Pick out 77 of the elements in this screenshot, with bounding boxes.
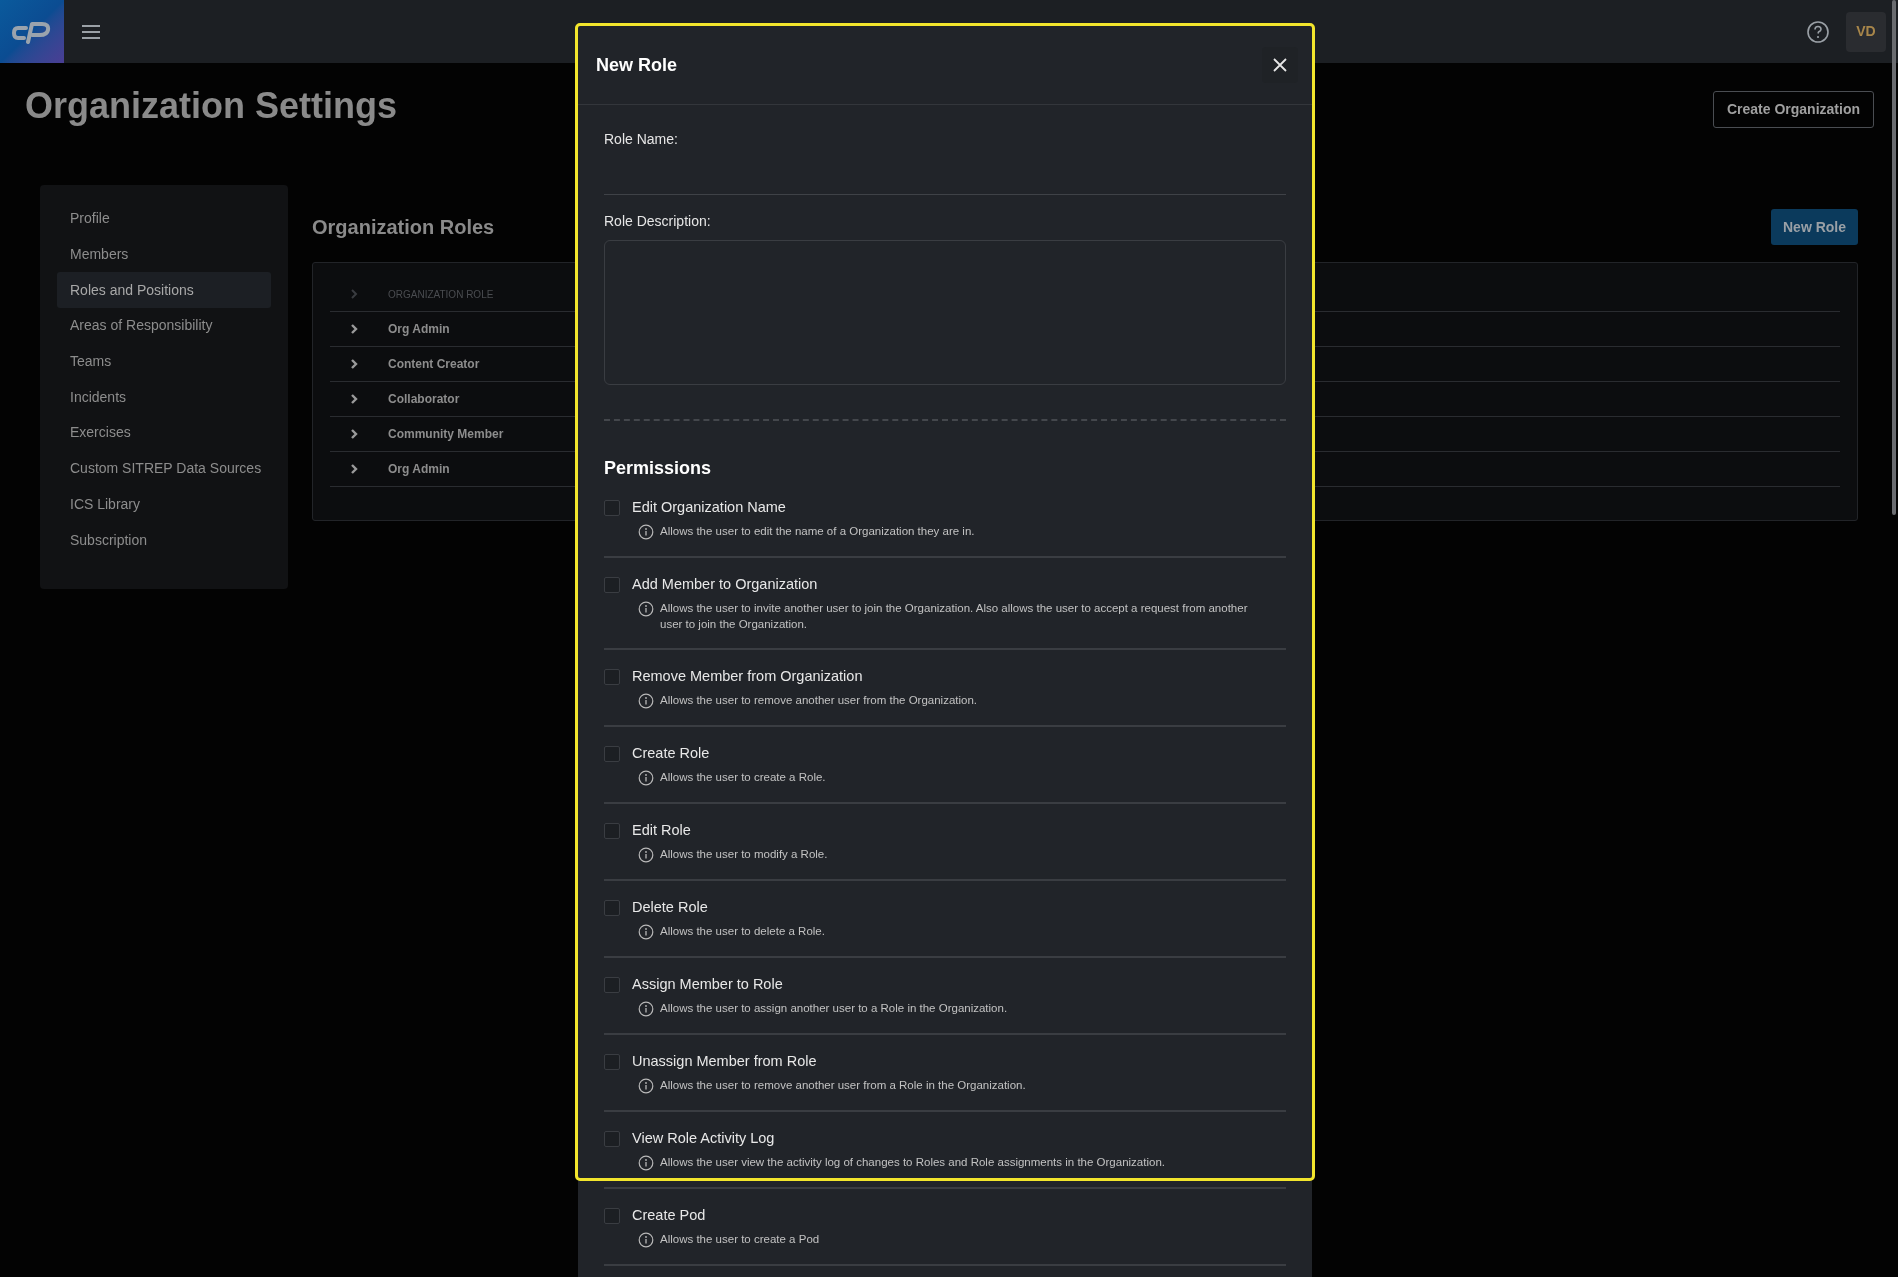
permission-description: Allows the user to modify a Role. bbox=[660, 847, 828, 862]
field-label: Role Description: bbox=[604, 212, 712, 231]
info-icon bbox=[638, 1155, 654, 1171]
role-name: Content Creator bbox=[388, 356, 480, 373]
permission-description: Allows the user to create a Pod bbox=[660, 1232, 820, 1247]
column-header: ORGANIZATION ROLE bbox=[388, 287, 494, 302]
role-name: Collaborator bbox=[388, 391, 460, 408]
sidebar-item[interactable]: Custom SITREP Data Sources bbox=[57, 450, 271, 487]
permission-checkbox[interactable] bbox=[604, 900, 620, 916]
permission-description: Allows the user to edit the name of a Organization they are in. bbox=[660, 524, 975, 539]
create-organization-button[interactable]: Create Organization bbox=[1712, 91, 1874, 128]
info-icon bbox=[638, 847, 654, 863]
permission-description: Allows the user to delete a Role. bbox=[660, 924, 825, 939]
close-icon[interactable] bbox=[1272, 57, 1288, 73]
permission-name: Edit Role bbox=[632, 821, 691, 841]
permission-name: Delete Role bbox=[632, 898, 708, 918]
field-label: Role Name: bbox=[604, 130, 679, 149]
info-icon bbox=[638, 1232, 654, 1248]
sidebar-item[interactable]: Profile bbox=[57, 201, 271, 237]
info-icon bbox=[638, 524, 654, 540]
permission-name: Remove Member from Organization bbox=[632, 667, 863, 687]
permission-checkbox[interactable] bbox=[604, 1131, 620, 1147]
permission-name: Unassign Member from Role bbox=[632, 1052, 817, 1072]
permission-checkbox[interactable] bbox=[604, 577, 620, 593]
permission-checkbox[interactable] bbox=[604, 669, 620, 685]
sidebar-item[interactable]: Exercises bbox=[57, 415, 271, 451]
expand-chevron-icon[interactable] bbox=[350, 463, 360, 475]
sidebar-item[interactable]: Teams bbox=[57, 343, 271, 380]
permission-checkbox[interactable] bbox=[604, 746, 620, 762]
sidebar-item[interactable]: Roles and Positions bbox=[57, 272, 271, 309]
permission-checkbox[interactable] bbox=[604, 977, 620, 993]
sidebar-item[interactable]: Members bbox=[57, 236, 271, 273]
info-icon bbox=[638, 924, 654, 940]
chevron-icon bbox=[350, 288, 360, 300]
permission-name: Add Member to Organization bbox=[632, 575, 818, 595]
permission-name: Create Role bbox=[632, 744, 710, 764]
expand-chevron-icon[interactable] bbox=[350, 358, 360, 370]
user-avatar[interactable]: VD bbox=[1846, 11, 1886, 52]
permissions-heading: Permissions bbox=[604, 457, 713, 480]
expand-chevron-icon[interactable] bbox=[350, 323, 360, 335]
logo-icon[interactable] bbox=[0, 0, 64, 63]
permission-description: Allows the user to assign another user to a Role in the Organization. bbox=[660, 1001, 1008, 1016]
permission-description: Allows the user to invite another user to join the Organization. Also allows the user to accept a request from another user to join the Organization. bbox=[660, 601, 1249, 632]
role-description-field[interactable] bbox=[604, 240, 1286, 385]
role-name: Org Admin bbox=[388, 461, 450, 478]
permission-description: Allows the user to remove another user from the Organization. bbox=[660, 693, 978, 708]
help-icon[interactable] bbox=[1806, 19, 1830, 44]
permission-checkbox[interactable] bbox=[604, 1208, 620, 1224]
role-name: Community Member bbox=[388, 426, 504, 443]
sidebar-item[interactable]: ICS Library bbox=[57, 486, 271, 523]
info-icon bbox=[638, 1078, 654, 1094]
menu-icon[interactable] bbox=[80, 22, 102, 41]
permission-description: Allows the user to remove another user from a Role in the Organization. bbox=[660, 1078, 1026, 1093]
permission-name: Edit Organization Name bbox=[632, 498, 786, 518]
page-title: Organization Settings bbox=[25, 84, 398, 128]
permission-name: Assign Member to Role bbox=[632, 975, 783, 995]
info-icon bbox=[638, 770, 654, 786]
expand-chevron-icon[interactable] bbox=[350, 393, 360, 405]
permission-description: Allows the user view the activity log of changes to Roles and Role assignments in the Organization. bbox=[660, 1155, 1165, 1170]
info-icon bbox=[638, 693, 654, 709]
permission-checkbox[interactable] bbox=[604, 500, 620, 516]
sidebar-item[interactable]: Subscription bbox=[57, 522, 271, 558]
sidebar-item[interactable]: Areas of Responsibility bbox=[57, 308, 271, 344]
scrollbar[interactable] bbox=[1892, 0, 1896, 515]
new-role-button[interactable]: New Role bbox=[1771, 209, 1858, 245]
sidebar-item[interactable]: Incidents bbox=[57, 379, 271, 416]
expand-chevron-icon[interactable] bbox=[350, 428, 360, 440]
role-name: Org Admin bbox=[388, 321, 450, 338]
modal-title: New Role bbox=[596, 53, 678, 77]
permission-name: View Role Activity Log bbox=[632, 1129, 775, 1149]
permission-name: Create Pod bbox=[632, 1206, 706, 1226]
section-title: Organization Roles bbox=[312, 215, 495, 240]
info-icon bbox=[638, 1001, 654, 1017]
permission-checkbox[interactable] bbox=[604, 823, 620, 839]
info-icon bbox=[638, 601, 654, 617]
permission-description: Allows the user to create a Role. bbox=[660, 770, 826, 785]
permission-checkbox[interactable] bbox=[604, 1054, 620, 1070]
